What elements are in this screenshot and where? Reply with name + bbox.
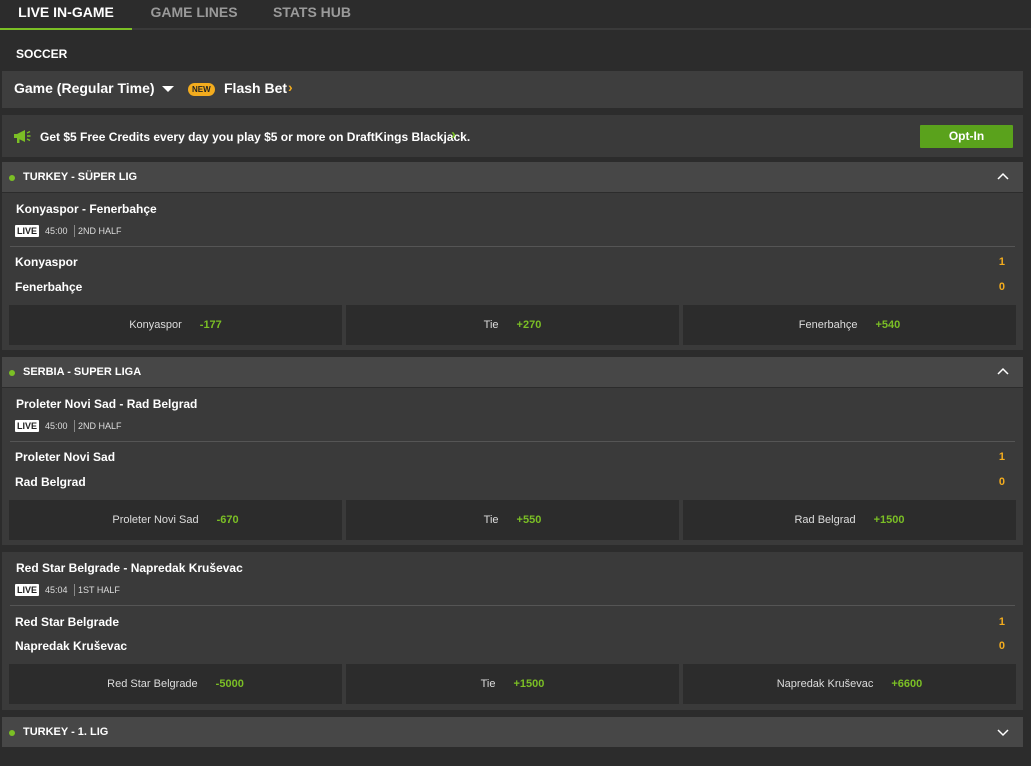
top-tabs: LIVE IN-GAME GAME LINES STATS HUB xyxy=(0,0,1031,30)
market-dropdown-label: Game (Regular Time) xyxy=(14,80,155,96)
live-badge: LIVE xyxy=(15,584,40,596)
team-name: Proleter Novi Sad xyxy=(15,450,116,464)
live-dot-icon xyxy=(9,370,15,376)
moneyline-row: Konyaspor -177 Tie +270 Fenerbahçe +540 xyxy=(9,305,1016,345)
event-title[interactable]: Konyaspor - Fenerbahçe xyxy=(16,202,157,216)
team-score: 0 xyxy=(998,640,1005,652)
league-name: TURKEY - SÜPER LIG xyxy=(23,171,138,183)
chevron-down-icon[interactable] xyxy=(997,726,1009,738)
odds-label: Fenerbahçe xyxy=(798,319,858,331)
divider xyxy=(10,246,1015,247)
team-score: 0 xyxy=(998,281,1005,293)
live-dot-icon xyxy=(9,730,15,736)
promo-text[interactable]: Get $5 Free Credits every day you play $… xyxy=(40,130,470,144)
promo-banner: Get $5 Free Credits every day you play $… xyxy=(2,115,1023,157)
odds-button[interactable]: Napredak Kruševac +6600 xyxy=(683,664,1016,704)
team-name: Napredak Kruševac xyxy=(15,639,128,653)
odds-label: Proleter Novi Sad xyxy=(112,514,199,526)
odds-label: Red Star Belgrade xyxy=(107,678,198,690)
odds-price: +6600 xyxy=(891,678,923,690)
odds-price: +1500 xyxy=(873,514,905,526)
team-score: 1 xyxy=(998,616,1005,628)
team-name: Fenerbahçe xyxy=(15,280,83,294)
filter-bar: Game (Regular Time) NEW Flash Bet › xyxy=(2,71,1023,108)
team-name: Rad Belgrad xyxy=(15,475,86,489)
live-dot-icon xyxy=(9,175,15,181)
game-clock: 45:00 xyxy=(45,226,68,236)
game-clock: 45:04 xyxy=(45,585,68,595)
opt-in-button[interactable]: Opt-In xyxy=(920,125,1013,148)
moneyline-row: Proleter Novi Sad -670 Tie +550 Rad Belg… xyxy=(9,500,1016,540)
caret-down-icon xyxy=(161,86,174,92)
league-header-turkey-1-lig[interactable]: TURKEY - 1. LIG xyxy=(2,717,1023,747)
odds-button[interactable]: Konyaspor -177 xyxy=(9,305,342,345)
odds-price: -670 xyxy=(216,514,239,526)
odds-price: -5000 xyxy=(215,678,244,690)
market-dropdown[interactable]: Game (Regular Time) xyxy=(14,80,174,96)
game-period: 1ST HALF xyxy=(74,584,120,596)
odds-button[interactable]: Fenerbahçe +540 xyxy=(683,305,1016,345)
game-period: 2ND HALF xyxy=(74,225,122,237)
odds-price: -177 xyxy=(199,319,222,331)
event-title[interactable]: Proleter Novi Sad - Rad Belgrad xyxy=(16,397,197,411)
event-card: Red Star Belgrade - Napredak Kruševac LI… xyxy=(2,552,1023,710)
odds-label: Konyaspor xyxy=(129,319,182,331)
game-clock: 45:00 xyxy=(45,421,68,431)
moneyline-row: Red Star Belgrade -5000 Tie +1500 Napred… xyxy=(9,664,1016,704)
odds-label: Rad Belgrad xyxy=(794,514,856,526)
odds-price: +550 xyxy=(516,514,542,526)
team-name: Konyaspor xyxy=(15,255,78,269)
odds-price: +1500 xyxy=(513,678,545,690)
odds-button[interactable]: Red Star Belgrade -5000 xyxy=(9,664,342,704)
megaphone-icon xyxy=(14,130,31,143)
flash-bet-link[interactable]: Flash Bet xyxy=(224,80,287,96)
league-header-turkey-super-lig[interactable]: TURKEY - SÜPER LIG xyxy=(2,162,1023,192)
odds-button[interactable]: Tie +270 xyxy=(346,305,679,345)
odds-label: Tie xyxy=(483,319,499,331)
new-badge: NEW xyxy=(188,83,215,96)
odds-button[interactable]: Rad Belgrad +1500 xyxy=(683,500,1016,540)
league-header-serbia-super-liga[interactable]: SERBIA - SUPER LIGA xyxy=(2,357,1023,387)
odds-price: +540 xyxy=(875,319,901,331)
event-card: Konyaspor - Fenerbahçe LIVE 45:00 2ND HA… xyxy=(2,193,1023,350)
event-title[interactable]: Red Star Belgrade - Napredak Kruševac xyxy=(16,561,243,575)
live-badge: LIVE xyxy=(15,225,40,237)
live-badge: LIVE xyxy=(15,420,40,432)
odds-label: Tie xyxy=(480,678,496,690)
league-name: SERBIA - SUPER LIGA xyxy=(23,366,142,378)
odds-price: +270 xyxy=(516,319,542,331)
team-name: Red Star Belgrade xyxy=(15,615,120,629)
chevron-right-icon: › xyxy=(451,126,456,143)
divider xyxy=(10,605,1015,606)
sport-label: SOCCER xyxy=(16,47,68,61)
event-card: Proleter Novi Sad - Rad Belgrad LIVE 45:… xyxy=(2,388,1023,545)
game-period: 2ND HALF xyxy=(74,420,122,432)
divider xyxy=(10,441,1015,442)
tab-game-lines[interactable]: GAME LINES xyxy=(144,0,244,30)
tab-stats-hub[interactable]: STATS HUB xyxy=(265,0,359,30)
odds-button[interactable]: Tie +550 xyxy=(346,500,679,540)
team-score: 1 xyxy=(998,256,1005,268)
odds-button[interactable]: Proleter Novi Sad -670 xyxy=(9,500,342,540)
chevron-up-icon[interactable] xyxy=(997,366,1009,378)
chevron-up-icon[interactable] xyxy=(997,171,1009,183)
odds-label: Tie xyxy=(483,514,499,526)
team-score: 0 xyxy=(998,476,1005,488)
tab-live-in-game[interactable]: LIVE IN-GAME xyxy=(0,0,132,30)
sport-header: SOCCER xyxy=(0,32,1031,70)
team-score: 1 xyxy=(998,451,1005,463)
chevron-right-icon: › xyxy=(288,79,293,95)
league-name: TURKEY - 1. LIG xyxy=(23,726,109,738)
odds-button[interactable]: Tie +1500 xyxy=(346,664,679,704)
odds-label: Napredak Kruševac xyxy=(776,678,874,690)
